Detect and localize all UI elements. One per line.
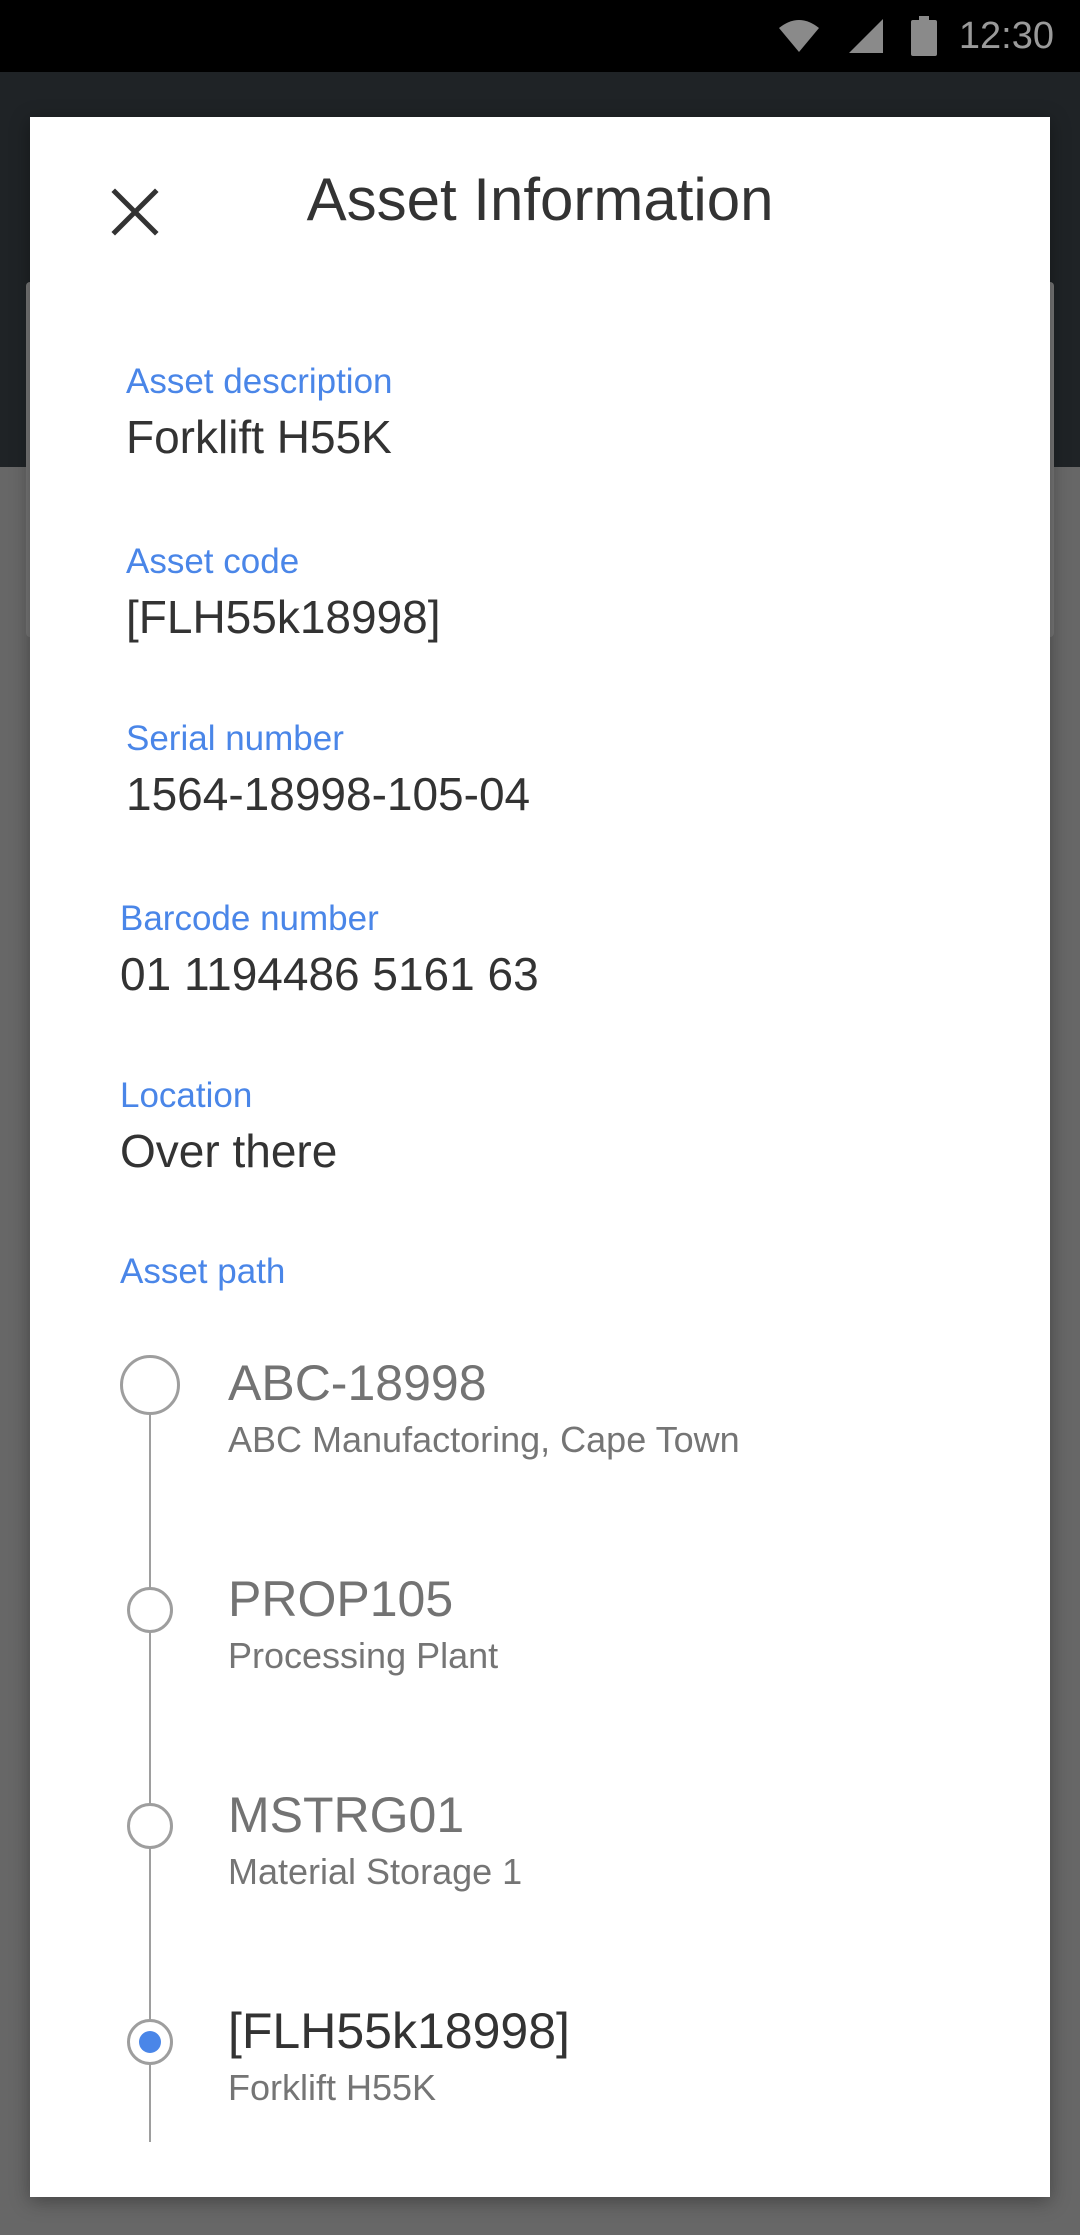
dialog-title: Asset Information (306, 166, 774, 233)
path-item-name: Processing Plant (228, 1635, 499, 1676)
path-item-name: Material Storage 1 (228, 1851, 523, 1892)
field-value: [FLH55k18998] (126, 591, 441, 643)
path-node-current-circle (127, 2019, 173, 2065)
cell-signal-icon (847, 17, 885, 55)
field-label: Asset code (126, 542, 300, 581)
asset-description-field: Asset description Forklift H55K (126, 360, 393, 466)
path-item[interactable]: MSTRG01 Material Storage 1 (228, 1785, 522, 1895)
path-item-code: PROP105 (228, 1571, 454, 1627)
field-value: 01 1194486 5161 63 (120, 948, 539, 1000)
path-item-code: [FLH55k18998] (228, 2003, 570, 2059)
field-label: Serial number (126, 719, 344, 758)
path-item-name: Forklift H55K (228, 2067, 437, 2108)
field-value: Forklift H55K (126, 411, 392, 463)
wifi-icon (777, 18, 821, 54)
status-icons: 12:30 (777, 14, 1054, 58)
path-item-code: MSTRG01 (228, 1787, 465, 1843)
path-item[interactable]: ABC-18998 ABC Manufactoring, Cape Town (228, 1353, 740, 1463)
field-label: Barcode number (120, 899, 379, 938)
field-value: Over there (120, 1125, 338, 1177)
path-item-code: ABC-18998 (228, 1355, 487, 1411)
battery-icon (910, 16, 937, 56)
path-item-current[interactable]: [FLH55k18998] Forklift H55K (228, 2001, 570, 2111)
current-node-dot (139, 2031, 161, 2053)
path-item-name: ABC Manufactoring, Cape Town (228, 1419, 740, 1460)
location-field: Location Over there (120, 1074, 337, 1180)
serial-number-field: Serial number 1564-18998-105-04 (126, 717, 530, 823)
field-label: Location (120, 1076, 253, 1115)
field-label: Asset description (126, 362, 393, 401)
field-value: 1564-18998-105-04 (126, 768, 531, 820)
status-bar: 12:30 (0, 0, 1080, 72)
asset-code-field: Asset code [FLH55k18998] (126, 540, 441, 646)
asset-information-dialog: Asset Information Asset description Fork… (30, 117, 1050, 2197)
path-item[interactable]: PROP105 Processing Plant (228, 1569, 498, 1679)
path-node-circle (127, 1587, 173, 1633)
status-time: 12:30 (958, 14, 1054, 57)
asset-path-label: Asset path (120, 1252, 286, 1291)
path-node-circle (127, 1803, 173, 1849)
barcode-number-field: Barcode number 01 1194486 5161 63 (120, 897, 539, 1003)
path-node-circle (120, 1355, 180, 1415)
